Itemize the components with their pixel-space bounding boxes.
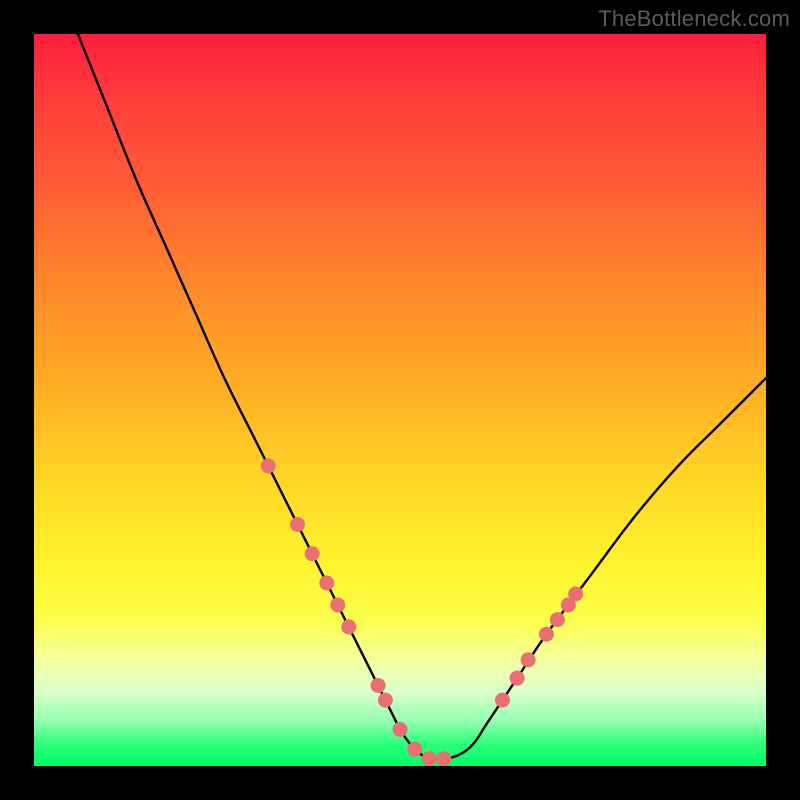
- chart-svg: [34, 34, 766, 766]
- curve-marker: [510, 671, 525, 686]
- curve-marker: [521, 652, 536, 667]
- bottleneck-curve: [78, 34, 766, 759]
- curve-marker: [378, 693, 393, 708]
- curve-marker: [371, 678, 386, 693]
- watermark-text: TheBottleneck.com: [598, 6, 790, 32]
- curve-marker: [330, 597, 345, 612]
- plot-area: [34, 34, 766, 766]
- curve-marker: [422, 751, 437, 766]
- curve-marker: [407, 742, 422, 757]
- curve-marker: [550, 612, 565, 627]
- curve-marker: [290, 517, 305, 532]
- curve-marker: [539, 627, 554, 642]
- curve-marker: [393, 722, 408, 737]
- curve-marker: [436, 751, 451, 766]
- curve-marker: [341, 619, 356, 634]
- curve-marker: [305, 546, 320, 561]
- curve-marker: [568, 586, 583, 601]
- curve-marker: [261, 458, 276, 473]
- chart-frame: TheBottleneck.com: [0, 0, 800, 800]
- curve-markers: [261, 458, 583, 766]
- curve-marker: [319, 576, 334, 591]
- curve-marker: [495, 693, 510, 708]
